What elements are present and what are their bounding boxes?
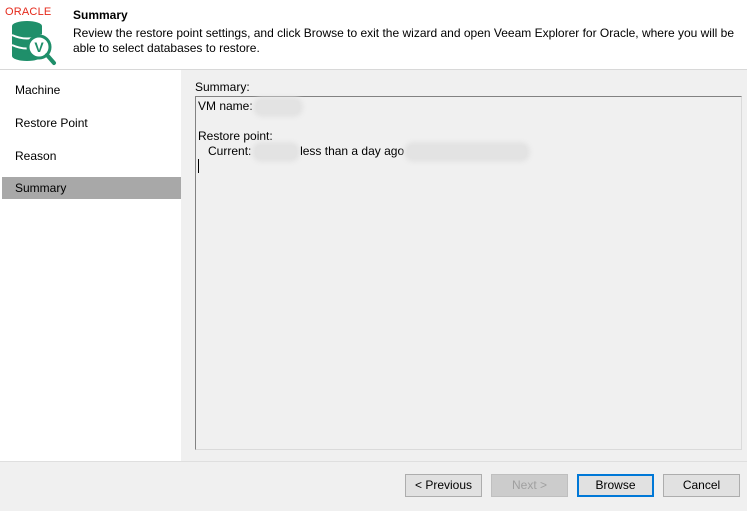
wizard-steps-sidebar: Machine Restore Point Reason Summary xyxy=(0,70,181,461)
summary-textbox[interactable]: VM name: Restore point: Current: less th… xyxy=(195,96,742,450)
cancel-button[interactable]: Cancel xyxy=(663,474,740,497)
vm-name-line: VM name: xyxy=(198,99,301,114)
summary-panel: Summary: VM name: Restore point: Current… xyxy=(181,70,747,461)
redacted-vm-name xyxy=(256,99,301,114)
vm-name-label: VM name: xyxy=(198,99,253,113)
browse-button[interactable]: Browse xyxy=(577,474,654,497)
step-summary[interactable]: Summary xyxy=(2,177,181,199)
next-button[interactable]: Next > xyxy=(491,474,568,497)
restore-point-label: Restore point: xyxy=(198,129,273,143)
database-restore-icon: V xyxy=(11,21,56,65)
svg-text:V: V xyxy=(34,39,44,55)
redacted-restore-details xyxy=(407,144,528,159)
summary-label: Summary: xyxy=(195,80,250,94)
oracle-logo-text: ORACLE xyxy=(5,6,52,18)
page-description: Review the restore point settings, and c… xyxy=(73,26,734,55)
step-reason[interactable]: Reason xyxy=(2,145,181,167)
current-age: less than a day ago xyxy=(300,144,405,158)
step-machine[interactable]: Machine xyxy=(2,79,181,101)
wizard-header: ORACLE V Summary Review the restore poin… xyxy=(0,0,747,70)
current-restore-point-line: Current: less than a day ago xyxy=(198,144,528,159)
page-title: Summary xyxy=(73,8,128,22)
previous-button[interactable]: < Previous xyxy=(405,474,482,497)
veeam-oracle-logo: ORACLE V xyxy=(5,6,69,66)
text-caret xyxy=(198,159,199,173)
footer-separator xyxy=(0,461,747,462)
current-label: Current: xyxy=(208,144,252,158)
redacted-restore-date xyxy=(254,144,297,159)
step-restore-point[interactable]: Restore Point xyxy=(2,112,181,134)
